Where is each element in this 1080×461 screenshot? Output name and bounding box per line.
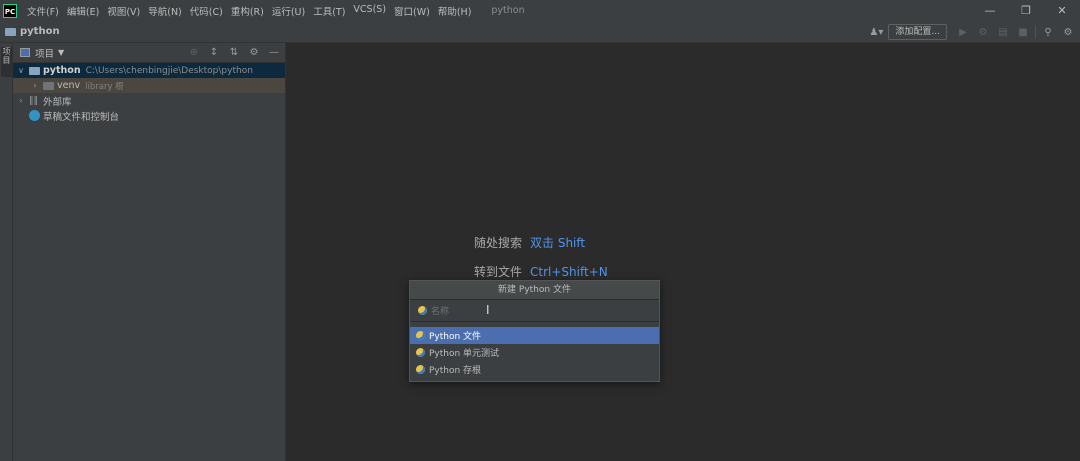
hide-icon[interactable]: — xyxy=(267,45,281,60)
coverage-icon[interactable]: ▤ xyxy=(995,24,1011,40)
add-configuration-button[interactable]: 添加配置... xyxy=(888,24,947,40)
text-cursor-icon: I xyxy=(486,303,490,317)
tool-tab-project[interactable]: 项目 xyxy=(1,47,12,77)
main-menu: 文件(F) 编辑(E) 视图(V) 导航(N) 代码(C) 重构(R) 运行(U… xyxy=(23,4,475,18)
navigation-bar: python ♟▾ 添加配置... ▶ ⚙ ▤ ■ ⚲ ⚙ xyxy=(0,21,1080,43)
menu-help[interactable]: 帮助(H) xyxy=(434,4,476,18)
hint-shortcut: Ctrl+Shift+N xyxy=(530,265,608,279)
tree-item-label: 草稿文件和控制台 xyxy=(43,111,120,123)
file-type-label: Python 存根 xyxy=(429,366,482,376)
folder-icon xyxy=(29,66,40,75)
menu-code[interactable]: 代码(C) xyxy=(186,4,227,18)
collapse-all-icon[interactable]: ⇅ xyxy=(227,45,241,60)
tree-item-label: 外部库 xyxy=(43,96,72,108)
menu-refactor[interactable]: 重构(R) xyxy=(227,4,268,18)
tool-tab-label: 项目 xyxy=(2,47,11,65)
window-title: python xyxy=(491,5,525,16)
panel-tools: ⊕ ↕ ⇅ ⚙ — xyxy=(187,45,281,60)
close-button[interactable]: ✕ xyxy=(1044,0,1080,21)
hint-goto-file: 转到文件 Ctrl+Shift+N xyxy=(474,263,608,280)
breadcrumb-project[interactable]: python xyxy=(20,26,60,37)
hint-search-everywhere: 随处搜索 双击 Shift xyxy=(474,234,585,251)
window-controls: — ❐ ✕ xyxy=(972,0,1080,21)
file-name-placeholder: 名称 xyxy=(431,307,450,317)
file-type-label: Python 文件 xyxy=(429,332,482,342)
python-icon xyxy=(416,365,425,374)
tree-item-venv[interactable]: › venv library 根 xyxy=(13,78,285,93)
menu-run[interactable]: 运行(U) xyxy=(268,4,309,18)
chevron-down-icon[interactable]: ∨ xyxy=(16,66,26,75)
stop-icon[interactable]: ■ xyxy=(1015,24,1031,40)
tree-item-annotation: library 根 xyxy=(85,81,124,92)
tree-item-label: venv xyxy=(57,80,81,91)
chevron-right-icon[interactable]: › xyxy=(16,96,26,105)
folder-icon xyxy=(5,27,16,36)
file-type-python-stub[interactable]: Python 存根 xyxy=(410,361,659,378)
menu-bar: PC 文件(F) 编辑(E) 视图(V) 导航(N) 代码(C) 重构(R) 运… xyxy=(0,0,1080,21)
file-type-list: Python 文件 Python 单元测试 Python 存根 xyxy=(410,327,659,378)
menu-view[interactable]: 视图(V) xyxy=(103,4,144,18)
file-type-label: Python 单元测试 xyxy=(429,349,500,359)
project-panel: 项目 ▼ ⊕ ↕ ⇅ ⚙ — ∨ python C:\Users\chenbin… xyxy=(13,43,286,461)
file-type-python-unittest[interactable]: Python 单元测试 xyxy=(410,344,659,361)
settings-icon[interactable]: ⚙ xyxy=(1060,24,1076,40)
python-icon xyxy=(418,306,427,315)
file-type-python-file[interactable]: Python 文件 xyxy=(410,327,659,344)
pycharm-logo-icon: PC xyxy=(3,3,17,18)
menu-vcs[interactable]: VCS(S) xyxy=(349,4,390,18)
user-icon[interactable]: ♟▾ xyxy=(868,24,884,40)
project-panel-header: 项目 ▼ ⊕ ↕ ⇅ ⚙ — xyxy=(13,43,285,63)
folder-icon xyxy=(43,81,54,90)
hint-shortcut: 双击 Shift xyxy=(530,236,586,250)
expand-all-icon[interactable]: ↕ xyxy=(207,45,221,60)
gear-icon[interactable]: ⚙ xyxy=(247,45,261,60)
tree-item-scratches[interactable]: 草稿文件和控制台 xyxy=(13,108,285,123)
file-name-input[interactable]: 名称 I xyxy=(410,300,659,322)
tree-item-python[interactable]: ∨ python C:\Users\chenbingjie\Desktop\py… xyxy=(13,63,285,78)
search-icon[interactable]: ⚲ xyxy=(1040,24,1056,40)
new-python-file-popup: 新建 Python 文件 名称 I Python 文件 Python 单元测试 … xyxy=(409,280,660,382)
project-view-icon xyxy=(20,48,30,57)
scratches-icon xyxy=(29,110,40,121)
editor-area: 随处搜索 双击 Shift 转到文件 Ctrl+Shift+N xyxy=(287,43,1080,461)
locate-icon[interactable]: ⊕ xyxy=(187,45,201,60)
library-icon: ‖‖ xyxy=(29,95,38,106)
left-tool-stripe: 项目 xyxy=(0,43,13,461)
menu-edit[interactable]: 编辑(E) xyxy=(63,4,103,18)
tree-item-path: C:\Users\chenbingjie\Desktop\python xyxy=(85,65,253,76)
chevron-right-icon[interactable]: › xyxy=(30,81,40,90)
menu-tools[interactable]: 工具(T) xyxy=(309,4,349,18)
panel-title[interactable]: 项目 xyxy=(35,46,54,60)
menu-navigate[interactable]: 导航(N) xyxy=(144,4,186,18)
tree-item-external-libraries[interactable]: › ‖‖ 外部库 xyxy=(13,93,285,108)
run-icon[interactable]: ▶ xyxy=(955,24,971,40)
minimize-button[interactable]: — xyxy=(972,0,1008,21)
menu-window[interactable]: 窗口(W) xyxy=(390,4,434,18)
python-icon xyxy=(416,348,425,357)
toolbar-divider xyxy=(1035,25,1036,39)
menu-file[interactable]: 文件(F) xyxy=(23,4,63,18)
popup-title: 新建 Python 文件 xyxy=(410,281,659,300)
hint-label: 随处搜索 xyxy=(474,236,523,250)
toolbar-right: ♟▾ 添加配置... ▶ ⚙ ▤ ■ ⚲ ⚙ xyxy=(868,23,1076,41)
python-icon xyxy=(416,331,425,340)
chevron-down-icon[interactable]: ▼ xyxy=(58,48,64,57)
debug-icon[interactable]: ⚙ xyxy=(975,24,991,40)
tree-item-label: python xyxy=(43,65,81,76)
restore-button[interactable]: ❐ xyxy=(1008,0,1044,21)
hint-label: 转到文件 xyxy=(474,265,523,279)
